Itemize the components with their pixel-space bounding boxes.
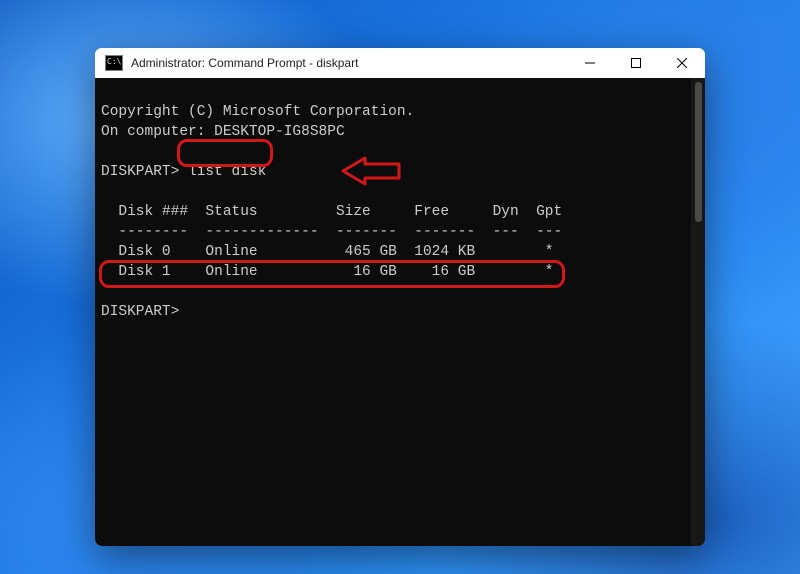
table-divider: -------- ------------- ------- ------- -… [101,224,562,240]
annotation-command-highlight [177,139,273,167]
table-header: Disk ### Status Size Free Dyn Gpt [101,204,562,220]
copyright-line: Copyright (C) Microsoft Corporation. [101,104,414,120]
entered-command: list disk [188,164,266,180]
titlebar[interactable]: Administrator: Command Prompt - diskpart [95,48,705,78]
diskpart-prompt: DISKPART> [101,164,179,180]
table-row: Disk 1 Online 16 GB 16 GB * [101,264,553,280]
command-prompt-window: Administrator: Command Prompt - diskpart… [95,48,705,546]
window-title: Administrator: Command Prompt - diskpart [131,56,567,70]
on-computer-line: On computer: DESKTOP-IG8S8PC [101,124,345,140]
maximize-button[interactable] [613,48,659,78]
table-row: Disk 0 Online 465 GB 1024 KB * [101,244,553,260]
cmd-icon [105,55,123,71]
terminal-client-area[interactable]: Copyright (C) Microsoft Corporation. On … [95,78,705,546]
minimize-button[interactable] [567,48,613,78]
scrollbar-thumb[interactable] [695,82,702,222]
annotation-arrow-icon [285,136,407,213]
diskpart-prompt: DISKPART> [101,304,179,320]
scrollbar-track[interactable] [691,78,705,546]
close-button[interactable] [659,48,705,78]
